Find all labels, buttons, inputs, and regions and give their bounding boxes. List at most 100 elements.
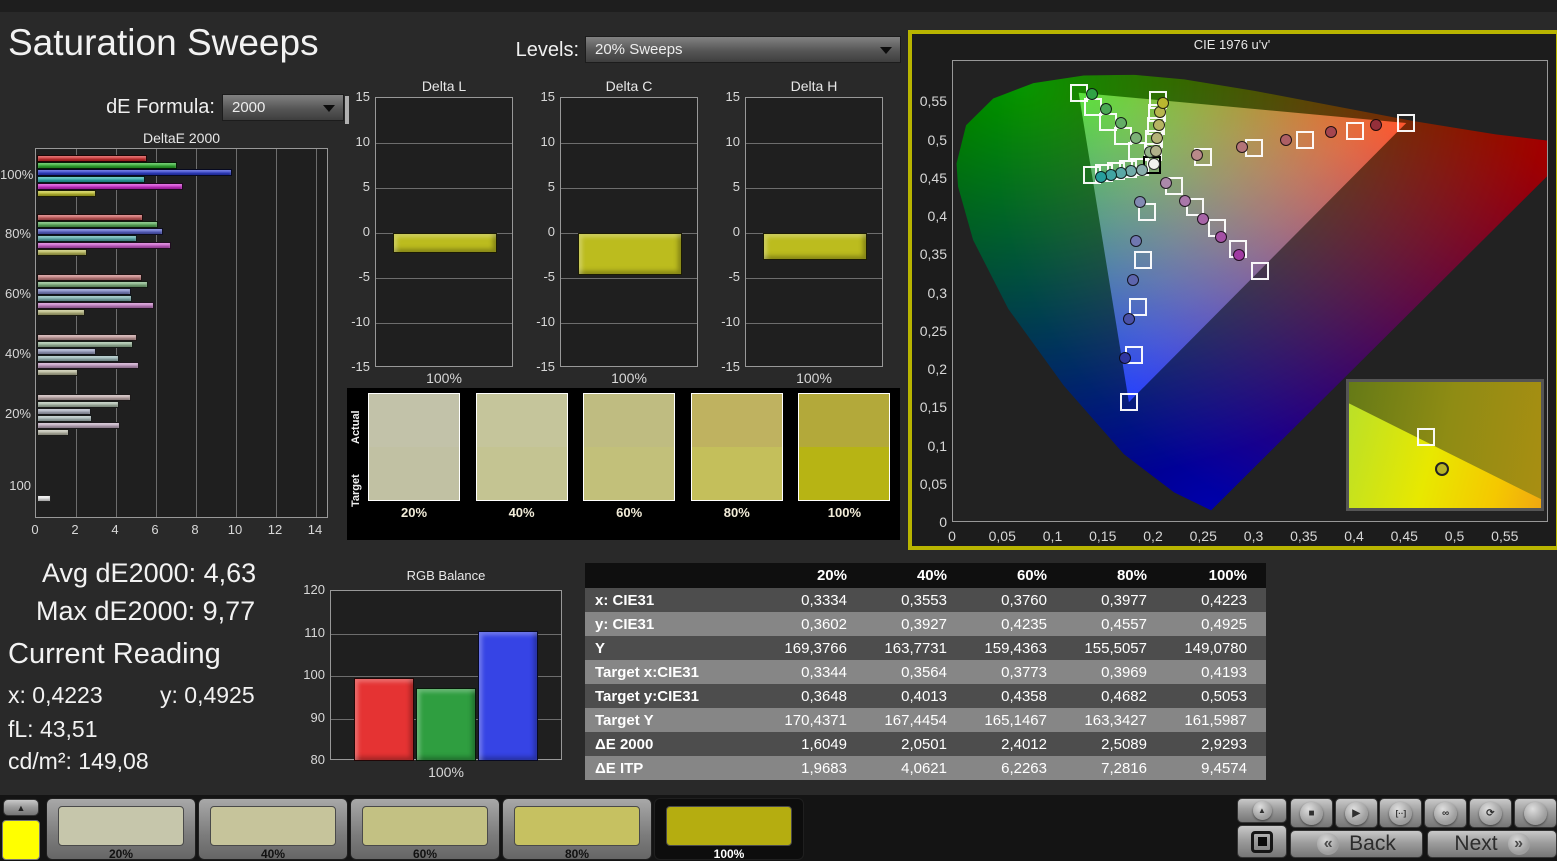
pattern-window-button[interactable] bbox=[1237, 825, 1287, 858]
transport-button-play[interactable]: ▶ bbox=[1334, 798, 1378, 828]
back-button[interactable]: « Back bbox=[1290, 830, 1423, 858]
table-cell: 6,2263 bbox=[1001, 759, 1047, 777]
x-axis-tick-label: 0 bbox=[31, 522, 39, 537]
y-axis-tick-label: 0,4 bbox=[927, 208, 947, 225]
x-axis-tick-label: 0,05 bbox=[988, 528, 1016, 544]
loop-icon: ∞ bbox=[1434, 801, 1458, 825]
reading-fl: fL: 43,51 bbox=[8, 716, 98, 742]
measured-marker-blue bbox=[1126, 273, 1139, 286]
y-axis-tick-label: -5 bbox=[728, 269, 740, 284]
deltae-bar-20%-Cyan bbox=[37, 415, 92, 422]
levels-dropdown[interactable]: 20% Sweeps bbox=[585, 36, 901, 63]
zoom-inset bbox=[1346, 379, 1544, 511]
x-axis-tick-label: 0,3 bbox=[1243, 528, 1264, 544]
patch-swatch-80% bbox=[690, 393, 783, 501]
target-color bbox=[476, 447, 567, 500]
y-axis-tick-label: 110 bbox=[304, 624, 325, 640]
actual-color bbox=[799, 394, 890, 447]
table-cell: 0,3344 bbox=[801, 663, 847, 681]
target-color bbox=[691, 447, 782, 500]
chart-title: Delta C bbox=[605, 78, 653, 94]
measured-marker-cyan bbox=[1135, 163, 1148, 176]
x-axis-tick-label: 0 bbox=[948, 528, 956, 544]
y-axis-tick-label: 120 bbox=[303, 582, 325, 597]
measured-marker-red bbox=[1235, 141, 1248, 154]
transport-button-refresh[interactable]: ⟳ bbox=[1468, 798, 1512, 828]
pattern-square-fill bbox=[1257, 837, 1267, 846]
delta_h-plot-area bbox=[745, 97, 883, 367]
next-button[interactable]: Next » bbox=[1427, 830, 1557, 858]
table-cell: 2,5089 bbox=[1101, 735, 1147, 753]
delta-c-chart: Delta C 15 10 5 0 -5 -10 -15 100% bbox=[525, 78, 705, 388]
patch-swatch-20% bbox=[368, 393, 460, 501]
y-axis-tick-label: -10 bbox=[536, 314, 555, 329]
chevron-right-icon: » bbox=[1507, 833, 1530, 855]
samples-scroll-up-button[interactable]: ▲ bbox=[3, 799, 39, 816]
y-axis-tick-label: 15 bbox=[540, 89, 555, 104]
table-cell: 0,4557 bbox=[1101, 615, 1147, 633]
y-axis-tick-label: 5 bbox=[732, 179, 740, 194]
x-axis-tick-label: 0,25 bbox=[1189, 528, 1217, 544]
y-axis-tick-label: 0 bbox=[362, 224, 370, 239]
target-marker-red bbox=[1295, 130, 1314, 149]
rgb-bar-red bbox=[354, 678, 414, 761]
sample-label: 100% bbox=[713, 847, 745, 861]
patch-label: 100% bbox=[827, 505, 862, 520]
table-header-cell: 60% bbox=[1016, 567, 1047, 584]
y-axis-tick-label: 0 bbox=[547, 224, 555, 239]
y-axis-tick-label: 10 bbox=[725, 134, 740, 149]
x-axis-category-label: 100% bbox=[611, 370, 647, 386]
measured-marker-blue bbox=[1122, 312, 1135, 325]
sample-button-20%[interactable]: 20% bbox=[46, 798, 196, 861]
table-row: Y 169,3766 163,7731 159,4363 155,5057 149,078… bbox=[585, 636, 1266, 660]
table-header-cell: 80% bbox=[1116, 567, 1147, 584]
y-axis-tick-label: 10 bbox=[540, 134, 555, 149]
table-cell: 163,3427 bbox=[1084, 711, 1147, 729]
max-de2000-reading: Max dE2000: 9,77 bbox=[36, 596, 256, 626]
cie-1976-panel: CIE 1976 u'v' 0 0,05 0,1 0,15 0,2 0,25 0,3 0,35 0… bbox=[908, 30, 1557, 550]
measured-marker-green bbox=[1129, 131, 1142, 144]
pattern-window-icon: [··] bbox=[1389, 801, 1413, 825]
sample-button-40%[interactable]: 40% bbox=[198, 798, 348, 861]
y-axis-tick-label: 15 bbox=[355, 89, 370, 104]
table-cell: 0,3564 bbox=[901, 663, 947, 681]
deltae-bar-60%-Red bbox=[37, 274, 142, 281]
table-cell: 0,3602 bbox=[801, 615, 847, 633]
table-row: Target y:CIE31 0,3648 0,4013 0,4358 0,4682 0,… bbox=[585, 684, 1266, 708]
x-axis-category-label: 100% bbox=[428, 764, 464, 780]
de-formula-dropdown[interactable]: 2000 bbox=[222, 94, 344, 121]
table-row-label: ΔE ITP bbox=[595, 759, 644, 777]
x-axis-category-label: 100% bbox=[426, 370, 462, 386]
deltae-bar-80%-Yellow bbox=[37, 249, 88, 256]
deltae-bar-100%-Yellow bbox=[37, 190, 96, 197]
grid-line bbox=[156, 149, 157, 517]
transport-button-stop[interactable]: ■ bbox=[1290, 798, 1333, 828]
meter-scroll-up-button[interactable]: ▲ bbox=[1237, 798, 1287, 823]
deltae-bar-20%-Magenta bbox=[37, 422, 120, 429]
table-row-label: ΔE 2000 bbox=[595, 735, 654, 753]
transport-button-blank[interactable] bbox=[1513, 798, 1557, 828]
table-cell: 0,3927 bbox=[901, 615, 947, 633]
grid-line bbox=[276, 149, 277, 517]
table-row: ΔE 2000 1,6049 2,0501 2,4012 2,5089 2,9293 bbox=[585, 732, 1266, 756]
table-cell: 1,6049 bbox=[801, 735, 847, 753]
deltae-bar-20%-Green bbox=[37, 401, 119, 408]
sample-button-80%[interactable]: 80% bbox=[502, 798, 652, 861]
transport-button-pattern-window[interactable]: [··] bbox=[1379, 798, 1423, 828]
sample-button-100%[interactable]: 100% bbox=[654, 798, 804, 861]
deltae-bar-40%-Magenta bbox=[37, 362, 139, 369]
table-cell: 0,4682 bbox=[1101, 687, 1147, 705]
deltae-bar-60%-Magenta bbox=[37, 302, 154, 309]
y-axis-tick-label: -15 bbox=[351, 359, 370, 374]
rgb-bar-green bbox=[416, 687, 476, 761]
table-cell: 9,4574 bbox=[1201, 759, 1247, 777]
measured-marker-yellow bbox=[1152, 119, 1165, 132]
deltae2000-chart: DeltaE 2000 0 2 4 6 8 10 12 14 100% 80% 60% 40% 20% 10… bbox=[0, 128, 340, 540]
table-row: Target Y 170,4371 167,4454 165,1467 163,3427… bbox=[585, 708, 1266, 732]
avg-de2000-reading: Avg dE2000: 4,63 bbox=[42, 558, 257, 588]
table-cell: 165,1467 bbox=[984, 711, 1047, 729]
x-axis-tick-label: 14 bbox=[307, 522, 323, 537]
transport-button-loop[interactable]: ∞ bbox=[1424, 798, 1468, 828]
sample-button-60%[interactable]: 60% bbox=[350, 798, 500, 861]
measured-marker-magenta bbox=[1233, 248, 1246, 261]
